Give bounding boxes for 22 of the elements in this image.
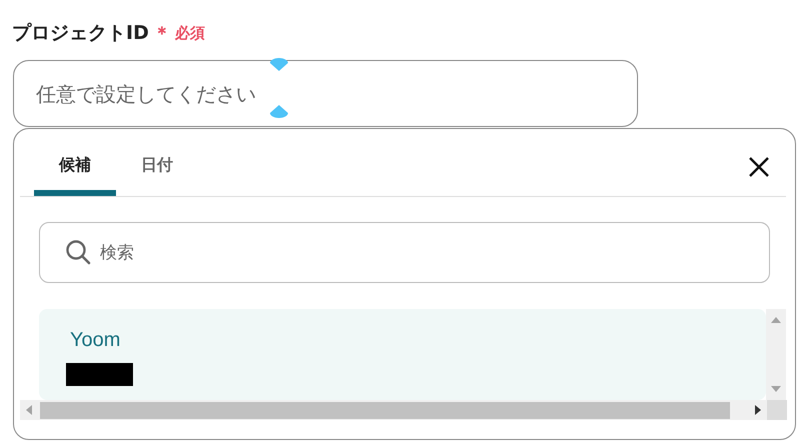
scroll-down-icon[interactable] [771, 386, 781, 392]
input-field[interactable]: 任意で設定してください [13, 60, 638, 127]
tab[interactable]: 日付 [116, 140, 198, 196]
selection-handle-icon[interactable] [269, 104, 289, 118]
search-icon [65, 239, 91, 265]
scrollbar-thumb[interactable] [40, 402, 730, 418]
search-field[interactable]: 検索 [39, 222, 770, 283]
close-icon[interactable] [748, 156, 770, 178]
field-label: プロジェクトID [12, 20, 149, 46]
scrollbar-corner [767, 400, 787, 420]
candidate-name: Yoom [70, 328, 122, 353]
vertical-scrollbar[interactable] [766, 309, 786, 400]
scroll-right-icon[interactable] [755, 405, 761, 415]
redaction-bar [66, 363, 133, 386]
scroll-up-icon[interactable] [771, 317, 781, 323]
candidate-item[interactable]: Yoom [39, 309, 766, 400]
selection-handle-icon[interactable] [269, 58, 289, 72]
required-text: 必須 [174, 22, 205, 44]
required-asterisk: ＊ [152, 22, 171, 46]
tab[interactable]: 候補 [34, 140, 116, 196]
scroll-left-icon[interactable] [26, 405, 32, 415]
horizontal-scrollbar[interactable] [20, 400, 767, 420]
